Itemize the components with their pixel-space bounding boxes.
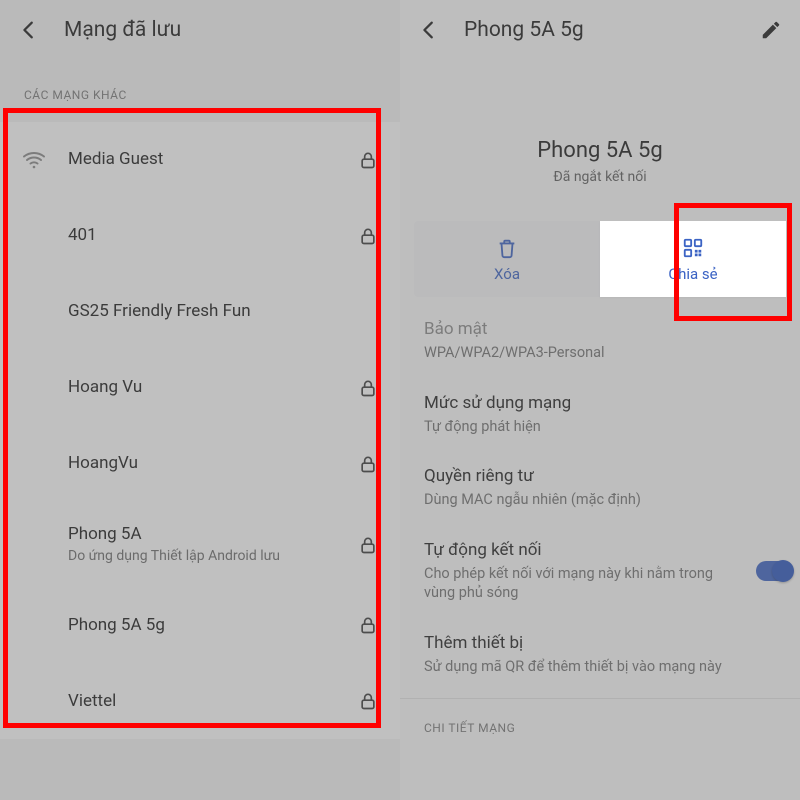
network-name: Hoang Vu [68, 377, 350, 398]
section-header-other-networks: CÁC MẠNG KHÁC [0, 60, 400, 122]
adddevice-value: Sử dụng mã QR để thêm thiết bị vào mạng … [424, 657, 776, 677]
row-autoconnect[interactable]: Tự động kết nối Cho phép kết nối với mạn… [400, 524, 800, 617]
lock-icon [358, 150, 378, 170]
lock-icon [358, 691, 378, 711]
network-name: Media Guest [68, 149, 350, 170]
page-title: Phong 5A 5g [464, 18, 584, 42]
header-left: Mạng đã lưu [0, 0, 400, 60]
row-usage[interactable]: Mức sử dụng mạng Tự động phát hiện [400, 377, 800, 451]
row-security[interactable]: Bảo mật WPA/WPA2/WPA3-Personal [400, 303, 800, 377]
network-detail-screen: Phong 5A 5g Phong 5A 5g Đã ngắt kết nối … [400, 0, 800, 800]
network-list: Media Guest 401 GS25 Friendly Fresh Fun Hoa… [0, 122, 400, 739]
network-name: HoangVu [68, 453, 350, 474]
network-name: Viettel [68, 691, 350, 712]
network-item[interactable]: 401 [0, 198, 400, 274]
trash-icon [496, 237, 518, 259]
row-privacy[interactable]: Quyền riêng tư Dùng MAC ngẫu nhiên (mặc … [400, 450, 800, 524]
lock-icon [358, 535, 378, 555]
saved-networks-screen: Mạng đã lưu CÁC MẠNG KHÁC Media Guest 401… [0, 0, 400, 800]
section-header-network-detail: CHI TIẾT MẠNG [400, 707, 800, 743]
lock-icon [358, 615, 378, 635]
adddevice-label: Thêm thiết bị [424, 633, 776, 653]
row-add-device[interactable]: Thêm thiết bị Sử dụng mã QR để thêm thiế… [400, 617, 800, 691]
edit-icon[interactable] [760, 19, 782, 41]
network-name: Phong 5A [68, 524, 350, 545]
privacy-label: Quyền riêng tư [424, 466, 776, 486]
security-label: Bảo mật [424, 319, 776, 339]
usage-value: Tự động phát hiện [424, 417, 776, 437]
autoconnect-value: Cho phép kết nối với mạng này khi nằm tr… [424, 564, 746, 603]
network-name: GS25 Friendly Fresh Fun [68, 301, 378, 322]
network-status: Đã ngắt kết nối [400, 169, 800, 185]
network-item[interactable]: Viettel [0, 663, 400, 739]
lock-icon [358, 454, 378, 474]
divider [400, 698, 800, 699]
network-name: 401 [68, 225, 350, 246]
lock-icon [358, 378, 378, 398]
network-summary: Phong 5A 5g Đã ngắt kết nối [400, 60, 800, 221]
privacy-value: Dùng MAC ngẫu nhiên (mặc định) [424, 490, 776, 510]
back-icon[interactable] [418, 19, 440, 41]
share-button[interactable]: Chia sẻ [600, 221, 786, 297]
back-icon[interactable] [18, 19, 40, 41]
detail-list: Bảo mật WPA/WPA2/WPA3-Personal Mức sử dụ… [400, 297, 800, 743]
network-item[interactable]: GS25 Friendly Fresh Fun [0, 274, 400, 350]
network-item[interactable]: HoangVu [0, 426, 400, 502]
header-right: Phong 5A 5g [400, 0, 800, 60]
autoconnect-label: Tự động kết nối [424, 540, 746, 560]
network-name: Phong 5A 5g [400, 138, 800, 163]
page-title: Mạng đã lưu [64, 18, 181, 42]
autoconnect-toggle[interactable] [756, 561, 792, 581]
network-item[interactable]: Media Guest [0, 122, 400, 198]
share-label: Chia sẻ [668, 265, 717, 283]
delete-button[interactable]: Xóa [414, 221, 600, 297]
network-item[interactable]: Phong 5A 5g [0, 587, 400, 663]
network-item[interactable]: Phong 5A Do ứng dụng Thiết lập Android lư… [0, 502, 400, 587]
action-row: Xóa Chia sẻ [414, 221, 786, 297]
delete-label: Xóa [494, 265, 520, 283]
lock-icon [358, 226, 378, 246]
qr-icon [682, 237, 704, 259]
security-value: WPA/WPA2/WPA3-Personal [424, 343, 776, 363]
network-name: Phong 5A 5g [68, 615, 350, 636]
wifi-icon [22, 148, 46, 172]
usage-label: Mức sử dụng mạng [424, 393, 776, 413]
network-subtitle: Do ứng dụng Thiết lập Android lưu [68, 547, 350, 565]
network-item[interactable]: Hoang Vu [0, 350, 400, 426]
